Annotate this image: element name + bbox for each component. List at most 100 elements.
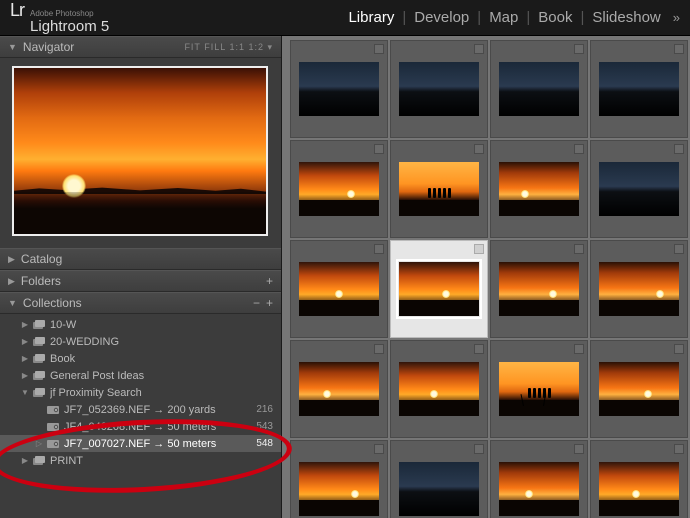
cell-badge-icon <box>374 444 384 454</box>
collection-row[interactable]: ▶General Post Ideas <box>0 367 281 384</box>
thumbnail <box>399 462 479 516</box>
cell-badge-icon <box>674 144 684 154</box>
grid-cell[interactable] <box>590 340 688 438</box>
cell-badge-icon <box>574 44 584 54</box>
thumbnail <box>499 462 579 516</box>
grid-cell[interactable] <box>290 440 388 518</box>
collection-count: 543 <box>250 421 273 432</box>
navigator-title: Navigator <box>23 40 185 54</box>
thumbnail <box>599 262 679 316</box>
collection-row[interactable]: ▶20-WEDDING <box>0 333 281 350</box>
grid-cell[interactable] <box>390 40 488 138</box>
collection-label: JF7_052369.NEF → 200 yards <box>64 404 250 416</box>
folders-add-icon[interactable]: + <box>266 274 273 288</box>
thumbnail <box>499 262 579 316</box>
folders-title: Folders <box>21 274 260 288</box>
disclosure-icon: ▶ <box>20 354 30 363</box>
collection-row[interactable]: ▶10-W <box>0 316 281 333</box>
folders-panel-header[interactable]: ▶ Folders + <box>0 270 281 292</box>
cell-badge-icon <box>374 344 384 354</box>
collections-minus-icon[interactable]: − <box>253 296 260 310</box>
thumbnail <box>299 62 379 116</box>
collections-add-icon[interactable]: + <box>266 296 273 310</box>
collection-set-icon <box>32 320 46 330</box>
thumbnail <box>599 162 679 216</box>
collection-count: 548 <box>250 438 273 449</box>
module-book[interactable]: Book <box>530 9 580 26</box>
collection-label: JF4_040208.NEF → 50 meters <box>64 421 250 433</box>
grid-cell[interactable] <box>590 240 688 338</box>
collection-label: Book <box>50 353 273 365</box>
disclosure-right-icon: ▶ <box>8 254 15 265</box>
grid-cell[interactable] <box>390 240 488 338</box>
grid-cell[interactable] <box>490 40 588 138</box>
cell-badge-icon <box>474 444 484 454</box>
collection-set-icon <box>32 354 46 364</box>
disclosure-icon: ▶ <box>20 456 30 465</box>
cell-badge-icon <box>474 44 484 54</box>
grid-cell[interactable] <box>390 440 488 518</box>
collection-row[interactable]: ▶ PRINT <box>0 452 281 469</box>
app-logo: Lr Adobe Photoshop Lightroom 5 <box>10 0 109 35</box>
grid-cell[interactable] <box>590 40 688 138</box>
disclosure-icon: ▶ <box>20 337 30 346</box>
thumbnail <box>599 362 679 416</box>
cell-badge-icon <box>674 344 684 354</box>
disclosure-down-icon: ▼ <box>8 298 17 308</box>
grid-cell[interactable] <box>290 40 388 138</box>
collection-row[interactable]: ▶ Book <box>0 350 281 367</box>
top-bar: Lr Adobe Photoshop Lightroom 5 Library |… <box>0 0 690 36</box>
grid-cell[interactable] <box>290 140 388 238</box>
left-panel-group: ▼ Navigator FIT FILL 1:1 1:2 ▾ ▶ Catalog… <box>0 36 282 518</box>
thumbnail <box>399 362 479 416</box>
cell-badge-icon <box>674 244 684 254</box>
cell-badge-icon <box>474 144 484 154</box>
collection-count: 216 <box>250 404 273 415</box>
collection-row[interactable]: ▷JF7_007027.NEF → 50 meters548 <box>0 435 281 452</box>
thumbnail <box>499 362 579 416</box>
grid-cell[interactable] <box>490 340 588 438</box>
cell-badge-icon <box>674 44 684 54</box>
module-more-icon[interactable]: » <box>669 10 680 25</box>
collection-row[interactable]: JF7_052369.NEF → 200 yards216 <box>0 401 281 418</box>
grid-cell[interactable] <box>590 140 688 238</box>
product-name: Lightroom 5 <box>30 18 109 35</box>
cell-badge-icon <box>374 144 384 154</box>
collection-label: 10-W <box>50 319 273 331</box>
smart-collection-icon <box>46 439 60 449</box>
grid-cell[interactable] <box>590 440 688 518</box>
grid-cell[interactable] <box>490 140 588 238</box>
grid-cell[interactable] <box>290 340 388 438</box>
module-develop[interactable]: Develop <box>406 9 477 26</box>
collections-tree: ▶10-W▶20-WEDDING▶Book▶General Post Ideas… <box>0 314 281 475</box>
module-slideshow[interactable]: Slideshow <box>584 9 668 26</box>
cell-badge-icon <box>474 344 484 354</box>
grid-cell[interactable] <box>290 240 388 338</box>
grid-cell[interactable] <box>390 340 488 438</box>
collection-label: PRINT <box>50 455 273 467</box>
navigator-preview[interactable] <box>12 66 268 236</box>
cell-badge-icon <box>574 444 584 454</box>
thumbnail <box>399 262 479 316</box>
disclosure-icon: ▶ <box>20 371 30 380</box>
collections-panel-header[interactable]: ▼ Collections − + <box>0 292 281 314</box>
navigator-body <box>0 58 281 248</box>
collection-row[interactable]: JF4_040208.NEF → 50 meters543 <box>0 418 281 435</box>
module-library[interactable]: Library <box>340 9 402 26</box>
thumbnail <box>299 262 379 316</box>
grid-cell[interactable] <box>390 140 488 238</box>
logo-mark: Lr <box>10 0 24 21</box>
grid-cell[interactable] <box>490 440 588 518</box>
module-picker: Library | Develop | Map | Book | Slidesh… <box>340 9 680 26</box>
collection-set-icon <box>32 388 46 398</box>
cell-badge-icon <box>374 244 384 254</box>
cell-badge-icon <box>574 144 584 154</box>
grid-cell[interactable] <box>490 240 588 338</box>
disclosure-down-icon: ▼ <box>8 42 17 52</box>
catalog-panel-header[interactable]: ▶ Catalog <box>0 248 281 270</box>
module-map[interactable]: Map <box>481 9 526 26</box>
navigator-zoom-controls[interactable]: FIT FILL 1:1 1:2 ▾ <box>184 42 273 53</box>
collection-label: JF7_007027.NEF → 50 meters <box>64 438 250 450</box>
navigator-panel-header[interactable]: ▼ Navigator FIT FILL 1:1 1:2 ▾ <box>0 36 281 58</box>
collection-row[interactable]: ▼jf Proximity Search <box>0 384 281 401</box>
